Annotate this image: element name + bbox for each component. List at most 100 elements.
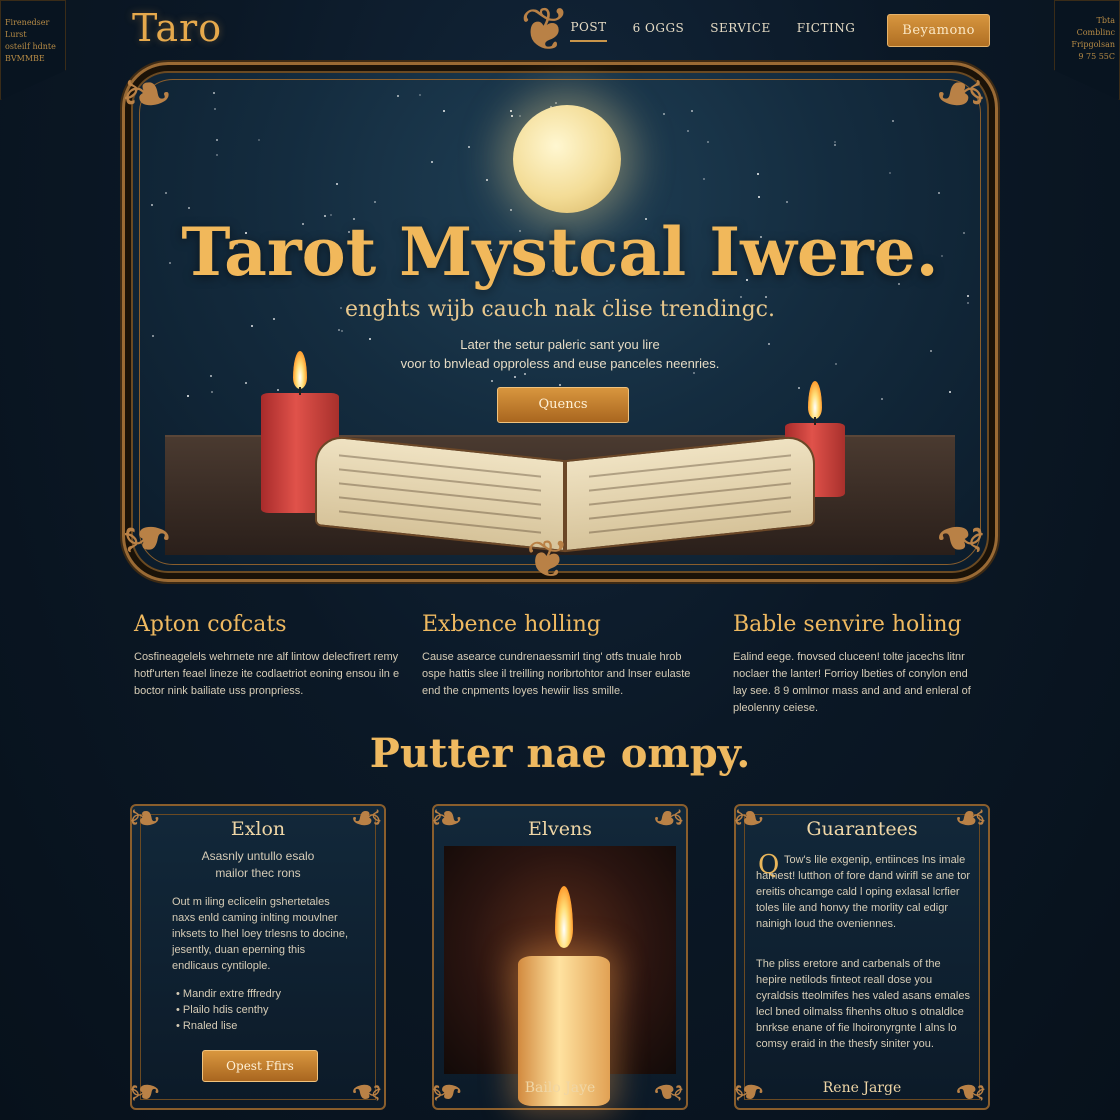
corner-flourish-icon: ❧ <box>934 58 988 132</box>
card-intro-line-2: mailor thec rons <box>215 866 301 880</box>
main-nav: POST 6 OGGS SERVICE FICTING Beyamono <box>570 14 990 47</box>
hero-button[interactable]: Quencs <box>497 387 629 423</box>
card-guarantees: Guarantees Q Tow's lile exgenip, entiinc… <box>734 804 990 1110</box>
bullet-item: Rnaled lise <box>176 1018 281 1034</box>
flame-icon <box>555 886 573 948</box>
star <box>213 107 216 110</box>
star <box>523 372 526 375</box>
card-title: Guarantees <box>806 818 918 840</box>
feature-title: Bable senvire holing <box>733 612 962 637</box>
card-footer: Rene Jarge <box>822 1080 902 1096</box>
hero-subtitle: enghts wijb cauch nak clise trendingc. <box>345 297 775 322</box>
star <box>706 140 709 143</box>
corner-right-line-1: Tbta Comblinc <box>1076 16 1115 37</box>
corner-tab-right: Tbta Comblinc Fripgolsan 9 75 55C <box>1054 0 1120 100</box>
feature-title: Apton cofcats <box>134 612 287 637</box>
feature-text: Cosfineagelels wehrnete nre alf lintow d… <box>134 651 400 697</box>
star <box>892 119 895 122</box>
card-elvens: Elvens Bailo Jaye <box>432 804 688 1110</box>
card-intro-line-1: Asasnly untullo esalo <box>201 849 315 863</box>
card-flourish-icon: ❧ <box>732 796 766 842</box>
star <box>164 191 167 194</box>
nav-item-service[interactable]: SERVICE <box>710 21 770 41</box>
card-flourish-icon: ❧ <box>430 1068 464 1114</box>
card-bullets: Mandir extre fffredry Plailo hdis centhy… <box>176 986 281 1034</box>
card-title: Exlon <box>230 818 286 840</box>
site-logo[interactable]: Taro <box>132 6 222 50</box>
feature-column-1: Apton cofcats Cosfineagelels wehrnete nr… <box>134 612 404 700</box>
card-flourish-icon: ❧ <box>732 1068 766 1114</box>
hero-title: Tarot Mystcal Iwere. <box>181 213 939 291</box>
star <box>511 114 514 117</box>
nav-cta-button[interactable]: Beyamono <box>887 14 990 47</box>
star <box>467 145 470 148</box>
card-flourish-icon: ❧ <box>652 796 686 842</box>
nav-item-post[interactable]: POST <box>570 20 607 42</box>
card-flourish-icon: ❧ <box>430 796 464 842</box>
card-title: Elvens <box>528 818 592 840</box>
wick <box>299 387 301 395</box>
book-right-page <box>565 433 815 553</box>
card-flourish-icon: ❧ <box>350 796 384 842</box>
star <box>277 388 280 391</box>
hero-description: Later the setur paleric sant you lire vo… <box>125 335 995 373</box>
corner-right-line-2: Fripgolsan <box>1071 40 1115 49</box>
star <box>513 376 516 379</box>
feature-column-3: Bable senvire holing Ealind eege. fnovse… <box>733 612 983 717</box>
bullet-item: Plailo hdis centhy <box>176 1002 281 1018</box>
feature-title: Exbence holling <box>422 612 601 637</box>
star <box>485 178 488 181</box>
star <box>756 173 759 176</box>
corner-flourish-icon: ❧ <box>934 500 988 574</box>
star <box>211 390 214 393</box>
star <box>186 394 189 397</box>
section-title: Putter nae ompy. <box>369 730 751 777</box>
text-line <box>589 454 791 478</box>
text-line <box>339 454 541 478</box>
star <box>336 182 339 185</box>
star <box>834 143 837 146</box>
feature-column-2: Exbence holling Cause asearce cundrenaes… <box>422 612 692 700</box>
star <box>686 129 689 132</box>
star <box>212 91 215 94</box>
nav-item-ficting[interactable]: FICTING <box>797 21 856 41</box>
wick <box>814 417 816 425</box>
card-flourish-icon: ❧ <box>954 1068 988 1114</box>
card-paragraph-2: The pliss eretore and carbenals of the h… <box>756 958 970 1050</box>
hero-desc-line-2: voor to bnvlead opproless and euse pance… <box>400 356 720 371</box>
star <box>702 177 705 180</box>
corner-left-line-3: BVMMBE <box>5 54 45 63</box>
card-button[interactable]: Opest Ffirs <box>202 1050 318 1082</box>
corner-left-line-2: osteilf hdnte <box>5 42 56 51</box>
hero-desc-line-1: Later the setur paleric sant you lire <box>460 337 660 352</box>
card-body: Out m iling eclicelin gshertetales naxs … <box>172 896 349 972</box>
star <box>150 203 153 206</box>
star <box>881 397 884 400</box>
corner-left-line-1: Firenedser Lurst <box>5 18 50 39</box>
candle-scene-image <box>444 846 676 1106</box>
bullet-item: Mandir extre fffredry <box>176 986 281 1002</box>
card-paragraph-1: Tow's lile exgenip, entiinces lns imale … <box>756 854 971 930</box>
feature-text: Cause asearce cundrenaessmirl ting' otfs… <box>422 651 691 697</box>
card-exlon: Exlon Asasnly untullo esalo mailor thec … <box>130 804 386 1110</box>
top-flourish-icon: ❦ <box>520 0 571 65</box>
card-intro: Asasnly untullo esalo mailor thec rons <box>132 848 384 882</box>
bottom-flourish-icon: ❦ <box>526 530 570 590</box>
hero-banner: Tarot Mystcal Iwere. enghts wijb cauch n… <box>122 62 998 582</box>
star <box>948 390 951 393</box>
card-footer: Bailo Jaye <box>524 1080 596 1096</box>
feature-text: Ealind eege. fnovsed cluceen! tolte jace… <box>733 651 971 714</box>
moon-image <box>513 105 621 213</box>
nav-item-blogs[interactable]: 6 OGGS <box>633 21 685 41</box>
star <box>518 114 521 117</box>
corner-flourish-icon: ❧ <box>120 500 174 574</box>
card-flourish-icon: ❧ <box>128 1068 162 1114</box>
corner-right-line-3: 9 75 55C <box>1078 52 1115 61</box>
corner-flourish-icon: ❧ <box>120 58 174 132</box>
corner-tab-left: Firenedser Lurst osteilf hdnte BVMMBE <box>0 0 66 100</box>
star <box>187 206 190 209</box>
card-flourish-icon: ❧ <box>128 796 162 842</box>
star <box>244 381 247 384</box>
card-flourish-icon: ❧ <box>652 1068 686 1114</box>
card-flourish-icon: ❧ <box>350 1068 384 1114</box>
